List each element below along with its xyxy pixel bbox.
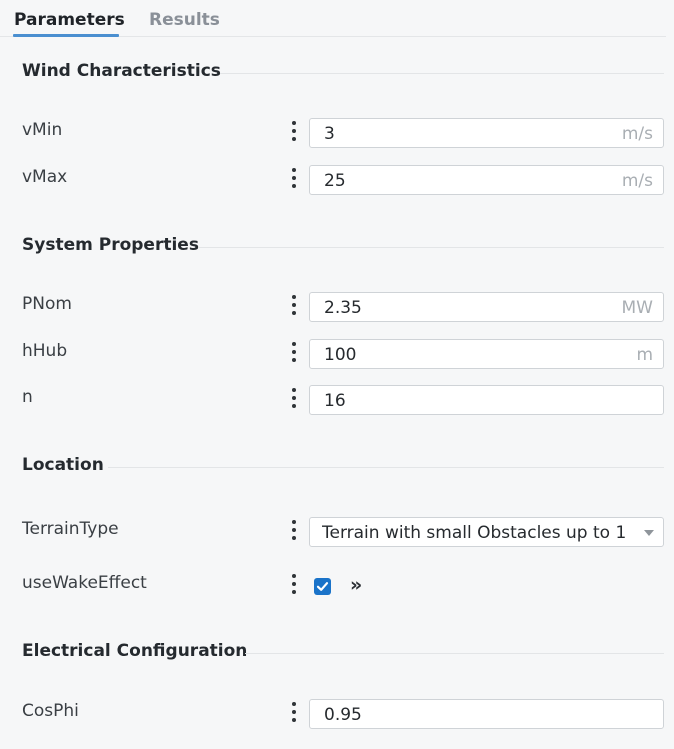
kebab-menu-icon[interactable] [289,520,299,546]
pnom-input[interactable]: 2.35 MW [309,292,664,322]
unit-label: m/s [621,171,653,191]
unit-label: MW [621,298,653,318]
section-title: System Properties [22,235,199,255]
chevron-double-right-icon[interactable]: » [350,574,362,596]
param-row-vmin: vMin 3 m/s [0,118,674,152]
input-value: 3 [324,124,335,144]
section-wind-characteristics: Wind Characteristics [0,61,674,89]
input-value: 2.35 [324,298,362,318]
param-row-hhub: hHub 100 m [0,339,674,373]
section-divider [220,73,664,74]
kebab-menu-icon[interactable] [289,574,299,600]
param-label: PNom [22,294,72,314]
param-label: vMax [22,167,68,187]
section-divider [108,467,664,468]
n-input[interactable]: 16 [309,385,664,415]
unit-label: m/s [621,124,653,144]
caret-down-icon [644,530,654,536]
param-row-cosphi: CosPhi 0.95 [0,699,674,733]
param-label: n [22,387,33,407]
section-title: Electrical Configuration [22,641,248,661]
section-title: Wind Characteristics [22,61,221,81]
input-value: 100 [324,345,357,365]
tab-bar: Parameters Results [0,0,674,38]
param-label: CosPhi [22,701,79,721]
param-row-terraintype: TerrainType Terrain with small Obstacles… [0,517,674,551]
param-row-vmax: vMax 25 m/s [0,165,674,199]
param-label: hHub [22,341,68,361]
vmin-input[interactable]: 3 m/s [309,118,664,148]
param-row-n: n 16 [0,385,674,419]
check-icon [316,582,329,591]
input-value: 25 [324,171,346,191]
kebab-menu-icon[interactable] [289,121,299,147]
section-divider [199,247,664,248]
param-label: vMin [22,120,63,140]
use-wake-effect-checkbox[interactable] [314,578,331,595]
section-divider [245,653,664,654]
kebab-menu-icon[interactable] [289,168,299,194]
param-label: TerrainType [22,519,119,539]
tab-parameters[interactable]: Parameters [14,10,125,30]
section-title: Location [22,455,104,475]
vmax-input[interactable]: 25 m/s [309,165,664,195]
param-row-pnom: PNom 2.35 MW [0,292,674,326]
param-row-usewakeeffect: useWakeEffect » [0,571,674,605]
cosphi-input[interactable]: 0.95 [309,699,664,729]
kebab-menu-icon[interactable] [289,295,299,321]
hhub-input[interactable]: 100 m [309,339,664,369]
unit-label: m [636,345,653,365]
active-tab-indicator [13,34,119,37]
section-electrical-configuration: Electrical Configuration [0,641,674,669]
kebab-menu-icon[interactable] [289,342,299,368]
select-value: Terrain with small Obstacles up to 1 [322,523,627,543]
terrain-type-select[interactable]: Terrain with small Obstacles up to 1 [309,517,664,547]
kebab-menu-icon[interactable] [289,388,299,414]
input-value: 16 [324,391,346,411]
param-label: useWakeEffect [22,573,147,593]
section-system-properties: System Properties [0,235,674,263]
tab-results[interactable]: Results [149,10,220,30]
section-location: Location [0,455,674,483]
input-value: 0.95 [324,705,362,725]
kebab-menu-icon[interactable] [289,702,299,728]
